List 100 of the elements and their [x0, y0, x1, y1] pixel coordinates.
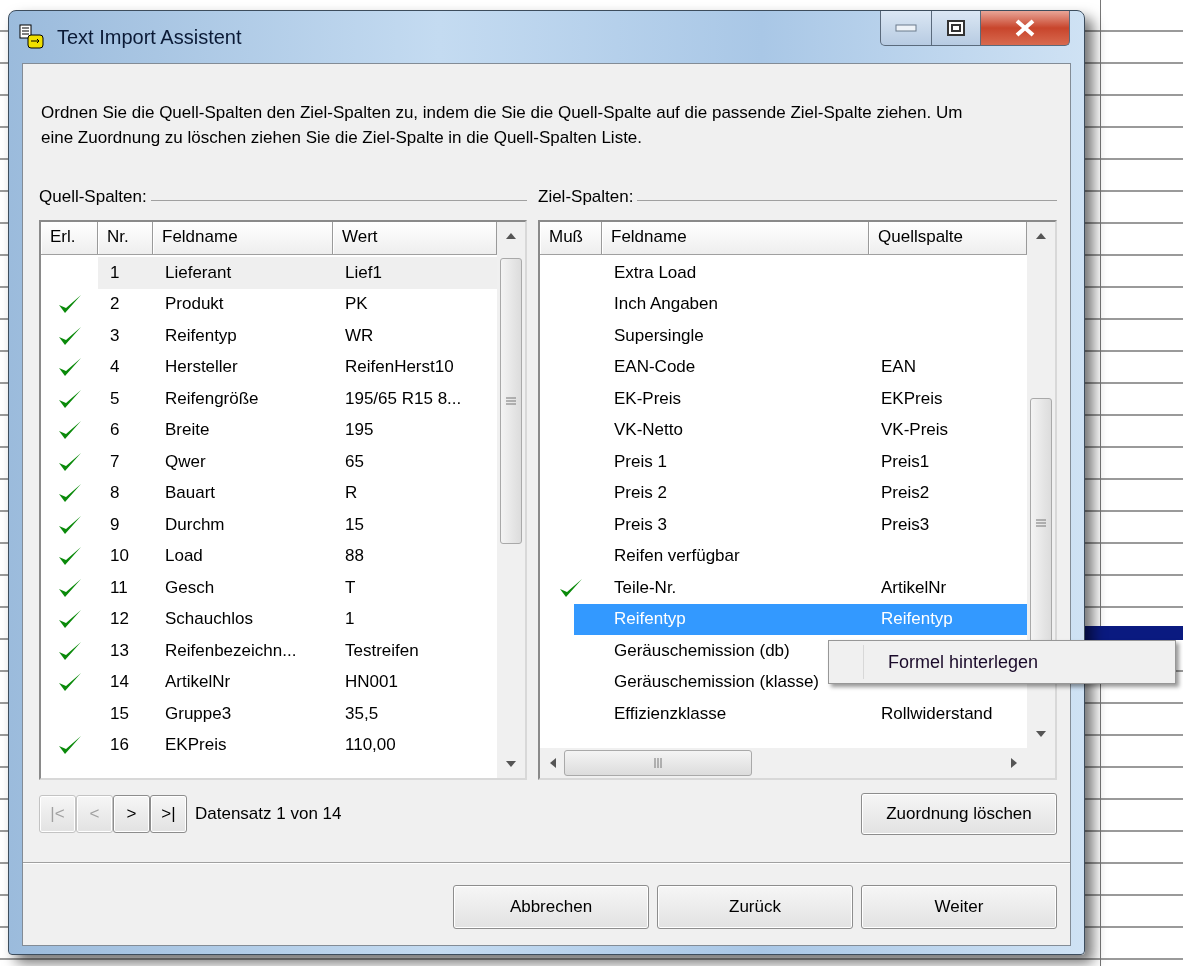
table-cell: 1: [345, 609, 355, 630]
back-button[interactable]: Zurück: [657, 885, 853, 929]
table-cell: 3: [110, 325, 120, 346]
table-cell: Preis2: [881, 483, 930, 504]
table-cell: 6: [110, 420, 120, 441]
table-cell: VK-Netto: [614, 420, 683, 441]
table-cell: Load: [165, 546, 203, 567]
close-icon[interactable]: [1014, 19, 1036, 37]
table-cell: 7: [110, 451, 120, 472]
scroll-left-icon[interactable]: [550, 758, 556, 768]
maximize-button[interactable]: [932, 11, 981, 46]
grip-icon: [506, 396, 516, 406]
clear-mapping-button[interactable]: Zuordnung löschen: [861, 793, 1057, 835]
table-cell: 12: [110, 609, 129, 630]
table-cell: R: [345, 483, 358, 504]
table-cell: EK-Preis: [614, 388, 682, 409]
maximize-icon[interactable]: [947, 20, 965, 36]
scroll-thumb[interactable]: [564, 750, 752, 776]
table-cell: Preis 2: [614, 483, 667, 504]
table-cell: Supersingle: [614, 325, 704, 346]
table-cell: 11: [110, 577, 128, 598]
table-cell: 13: [110, 640, 129, 661]
scroll-down-icon[interactable]: [506, 761, 516, 767]
table-cell: Hersteller: [165, 357, 238, 378]
table-cell: Gesch: [165, 577, 215, 598]
record-status: Datensatz 1 von 14: [195, 804, 342, 824]
column-header[interactable]: Feldname: [611, 227, 687, 246]
scroll-thumb[interactable]: [500, 258, 522, 544]
table-cell: Reifentyp: [881, 609, 953, 630]
table-cell: 65: [345, 451, 364, 472]
table-cell: Extra Load: [614, 262, 697, 283]
table-cell: Reifenbezeichn...: [165, 640, 297, 661]
table-cell: Bauart: [165, 483, 216, 504]
scroll-up-icon[interactable]: [1036, 233, 1046, 239]
table-cell: Produkt: [165, 294, 224, 315]
column-header[interactable]: Feldname: [162, 227, 238, 246]
selected-row-highlight[interactable]: 1 Lieferant Lief1: [98, 257, 497, 289]
scroll-up-icon[interactable]: [506, 233, 516, 239]
table-cell: Qwer: [165, 451, 206, 472]
table-cell: PK: [345, 294, 368, 315]
grip-icon: [653, 758, 663, 768]
scroll-down-icon[interactable]: [1036, 731, 1046, 737]
table-cell: 2: [110, 294, 120, 315]
column-header[interactable]: Wert: [342, 227, 378, 246]
next-button[interactable]: Weiter: [861, 885, 1057, 929]
table-cell: EAN-Code: [614, 357, 696, 378]
table-cell: Inch Angaben: [614, 294, 718, 315]
table-cell: ReifenHerst10: [345, 357, 454, 378]
table-cell: Geräuschemission (klasse): [614, 672, 819, 693]
grip-icon: [1036, 518, 1046, 528]
menu-item[interactable]: Formel hinterlegen: [863, 645, 1175, 679]
table-cell: Testreifen: [345, 640, 419, 661]
column-header[interactable]: Nr.: [107, 227, 129, 246]
table-cell: Rollwiderstand: [881, 703, 993, 724]
table-cell: 10: [110, 546, 129, 567]
table-cell: 15: [345, 514, 364, 535]
table-cell: EKPreis: [165, 735, 227, 756]
next-record-button[interactable]: >: [113, 795, 150, 833]
table-cell: 14: [110, 672, 129, 693]
table-cell: ArtikelNr: [165, 672, 231, 693]
table-cell: Reifengröße: [165, 388, 259, 409]
cancel-button[interactable]: Abbrechen: [453, 885, 649, 929]
table-cell: 1: [110, 262, 120, 283]
table-cell: Reifen verfügbar: [614, 546, 740, 567]
table-cell: EAN: [881, 357, 916, 378]
scroll-right-icon[interactable]: [1011, 758, 1017, 768]
table-cell: 9: [110, 514, 120, 535]
column-header[interactable]: Erl.: [50, 227, 76, 246]
table-cell: Geräuschemission (db): [614, 640, 790, 661]
table-cell: Reifentyp: [165, 325, 237, 346]
instruction-text: Ordnen Sie die Quell-Spalten den Ziel-Spalten zu, indem die Sie die Quell-Spalte auf die passende Ziel-Spalte ziehen. Um eine Zuordnung zu löschen ziehen Sie die Ziel-Spalte in die Quell-Spalten Liste.: [41, 102, 964, 149]
table-cell: HN001: [345, 672, 398, 693]
table-cell: 35,5: [345, 703, 379, 724]
table-cell: 88: [345, 546, 364, 567]
table-cell: Schauchlos: [165, 609, 253, 630]
table-cell: Gruppe3: [165, 703, 232, 724]
table-cell: Lief1: [345, 262, 382, 283]
table-cell: Durchm: [165, 514, 225, 535]
vertical-scrollbar[interactable]: [497, 222, 525, 778]
section-label: Quell-Spalten:: [39, 187, 147, 207]
table-cell: T: [345, 577, 356, 598]
table-cell: 195: [345, 420, 374, 441]
column-header[interactable]: Muß: [549, 227, 583, 246]
table-cell: Breite: [165, 420, 210, 441]
table-cell: Teile-Nr.: [614, 577, 677, 598]
close-button[interactable]: [981, 11, 1070, 46]
table-cell: EKPreis: [881, 388, 943, 409]
table-cell: 5: [110, 388, 120, 409]
table-cell: VK-Preis: [881, 420, 949, 441]
table-cell: Preis1: [881, 451, 930, 472]
table-cell: 16: [110, 735, 129, 756]
minimize-button[interactable]: [880, 11, 932, 46]
last-record-button[interactable]: >|: [150, 795, 187, 833]
horizontal-scrollbar[interactable]: [540, 748, 1027, 778]
table-cell: 15: [110, 703, 129, 724]
table-cell: Preis3: [881, 514, 930, 535]
column-header[interactable]: Quellspalte: [878, 227, 964, 246]
table-cell: Effizienzklasse: [614, 703, 727, 724]
table-cell: Preis 3: [614, 514, 667, 535]
table-cell: Reifentyp: [614, 609, 686, 630]
